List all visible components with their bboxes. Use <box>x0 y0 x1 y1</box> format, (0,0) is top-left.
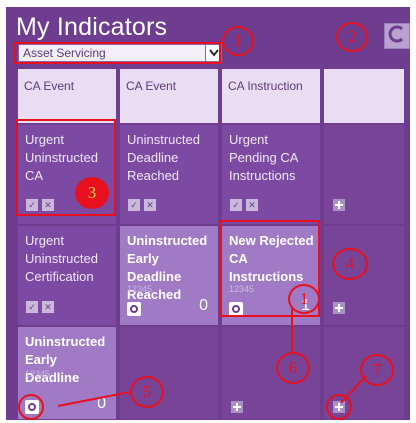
column-header: CA Event <box>120 69 218 123</box>
tile-label: Urgent Uninstructed Certification <box>25 233 98 284</box>
close-icon[interactable]: ✕ <box>144 199 156 211</box>
tile-count: 0 <box>199 297 208 314</box>
plus-icon[interactable] <box>333 302 345 314</box>
page-title: My Indicators <box>16 13 168 41</box>
indicator-tile[interactable]: Uninstructed Deadline Reached ✓ ✕ <box>120 125 218 224</box>
annotation-marker: 6 <box>276 352 310 384</box>
refresh-button[interactable] <box>384 23 410 49</box>
close-icon[interactable]: ✕ <box>42 301 54 313</box>
tile-label: Urgent Pending CA Instructions <box>229 132 298 183</box>
refresh-icon <box>387 24 407 49</box>
column-header: CA Event <box>18 69 116 123</box>
column-header-empty <box>324 69 404 123</box>
annotation-marker: 2 <box>336 22 368 52</box>
tile-label: Uninstructed Deadline Reached <box>127 132 200 183</box>
annotation-ring-config <box>18 394 44 420</box>
tile-subtext: 12345 <box>25 369 51 379</box>
column-header: CA Instruction <box>222 69 320 123</box>
annotation-marker: 1 <box>222 26 254 56</box>
tile-count: 0 <box>97 395 106 412</box>
plus-icon[interactable] <box>231 401 243 413</box>
column-header-label: CA Instruction <box>228 79 303 93</box>
annotation-ring-add <box>326 394 352 420</box>
annotation-number: 4 <box>345 254 355 273</box>
annotation-number: 3 <box>87 183 97 202</box>
annotation-marker: 3 <box>75 177 109 209</box>
annotation-number: 5 <box>142 382 152 401</box>
indicator-tile[interactable]: Urgent Uninstructed Certification ✓ ✕ <box>18 226 116 325</box>
close-icon[interactable]: ✕ <box>246 199 258 211</box>
plus-icon[interactable] <box>333 199 345 211</box>
indicator-tile-active[interactable]: Uninstructed Early Deadline Reached 1234… <box>120 226 218 325</box>
annotation-number: 2 <box>347 27 357 46</box>
annotation-marker: 4 <box>332 248 368 280</box>
indicator-tile[interactable]: Urgent Pending CA Instructions ✓ ✕ <box>222 125 320 224</box>
annotation-marker: 7 <box>360 354 394 386</box>
check-icon[interactable]: ✓ <box>26 301 38 313</box>
empty-tile <box>324 125 404 224</box>
annotation-number: 1 <box>233 31 243 50</box>
empty-tile <box>324 226 404 325</box>
tile-subtext: 12345 <box>127 284 153 294</box>
annotation-number: 1 <box>299 289 309 308</box>
annotation-box-filter <box>14 42 221 64</box>
check-icon[interactable]: ✓ <box>128 199 140 211</box>
empty-tile <box>120 327 218 419</box>
column-header-label: CA Event <box>24 79 75 93</box>
column-header-label: CA Event <box>126 79 177 93</box>
annotation-number: 6 <box>288 358 298 377</box>
check-icon[interactable]: ✓ <box>230 199 242 211</box>
gear-icon[interactable] <box>127 302 141 316</box>
annotation-marker: 5 <box>130 376 164 408</box>
annotation-number: 7 <box>372 360 382 379</box>
annotation-marker: 1 <box>288 284 320 314</box>
